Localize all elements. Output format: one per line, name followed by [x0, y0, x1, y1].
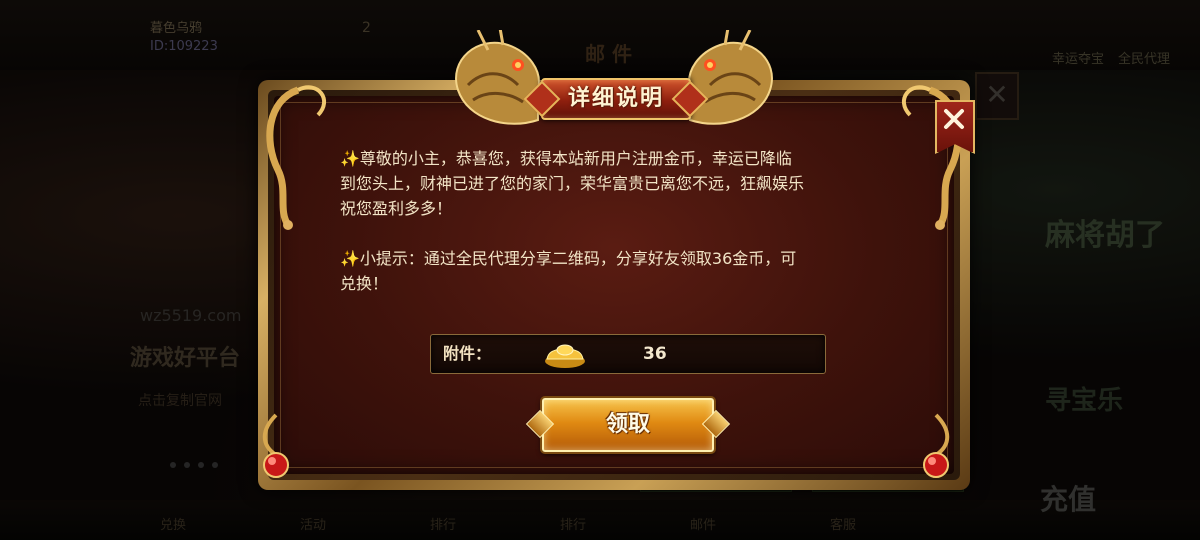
red-jewel-right-icon [923, 413, 950, 478]
dialog-title: 详细说明 [567, 86, 664, 111]
tip-line-1: ✨小提示：通过全民代理分享二维码，分享好友领取36金币，可 [340, 249, 797, 268]
attachment-amount: 36 [643, 344, 667, 364]
dialog-title-plaque: 详细说明 [541, 78, 691, 120]
close-icon [944, 109, 964, 129]
detail-dialog: 详细说明 ✨尊敬的小主，恭喜您，获得本站新用户注册金币，幸运已降临 到您头上，财… [258, 30, 975, 490]
message-body: ✨尊敬的小主，恭喜您，获得本站新用户注册金币，幸运已降临 到您头上，财神已进了您… [340, 146, 900, 296]
attachment-label: 附件： [443, 344, 492, 363]
claim-button[interactable]: 领取 [542, 398, 714, 452]
claim-button-label: 领取 [605, 412, 650, 437]
message-line-3: 祝您盈利多多！ [340, 199, 453, 218]
tip-line-2: 兑换！ [340, 274, 389, 293]
message-line-2: 到您头上，财神已进了您的家门，荣华富贵已离您不远，狂飙娱乐 [340, 174, 805, 193]
ornament-curl-left-icon [266, 85, 326, 230]
gold-ingot-icon [545, 344, 585, 368]
red-jewel-left-icon [262, 413, 289, 478]
message-line-1: ✨尊敬的小主，恭喜您，获得本站新用户注册金币，幸运已降临 [340, 149, 792, 168]
attachment-bar: 附件： 36 [430, 334, 826, 374]
